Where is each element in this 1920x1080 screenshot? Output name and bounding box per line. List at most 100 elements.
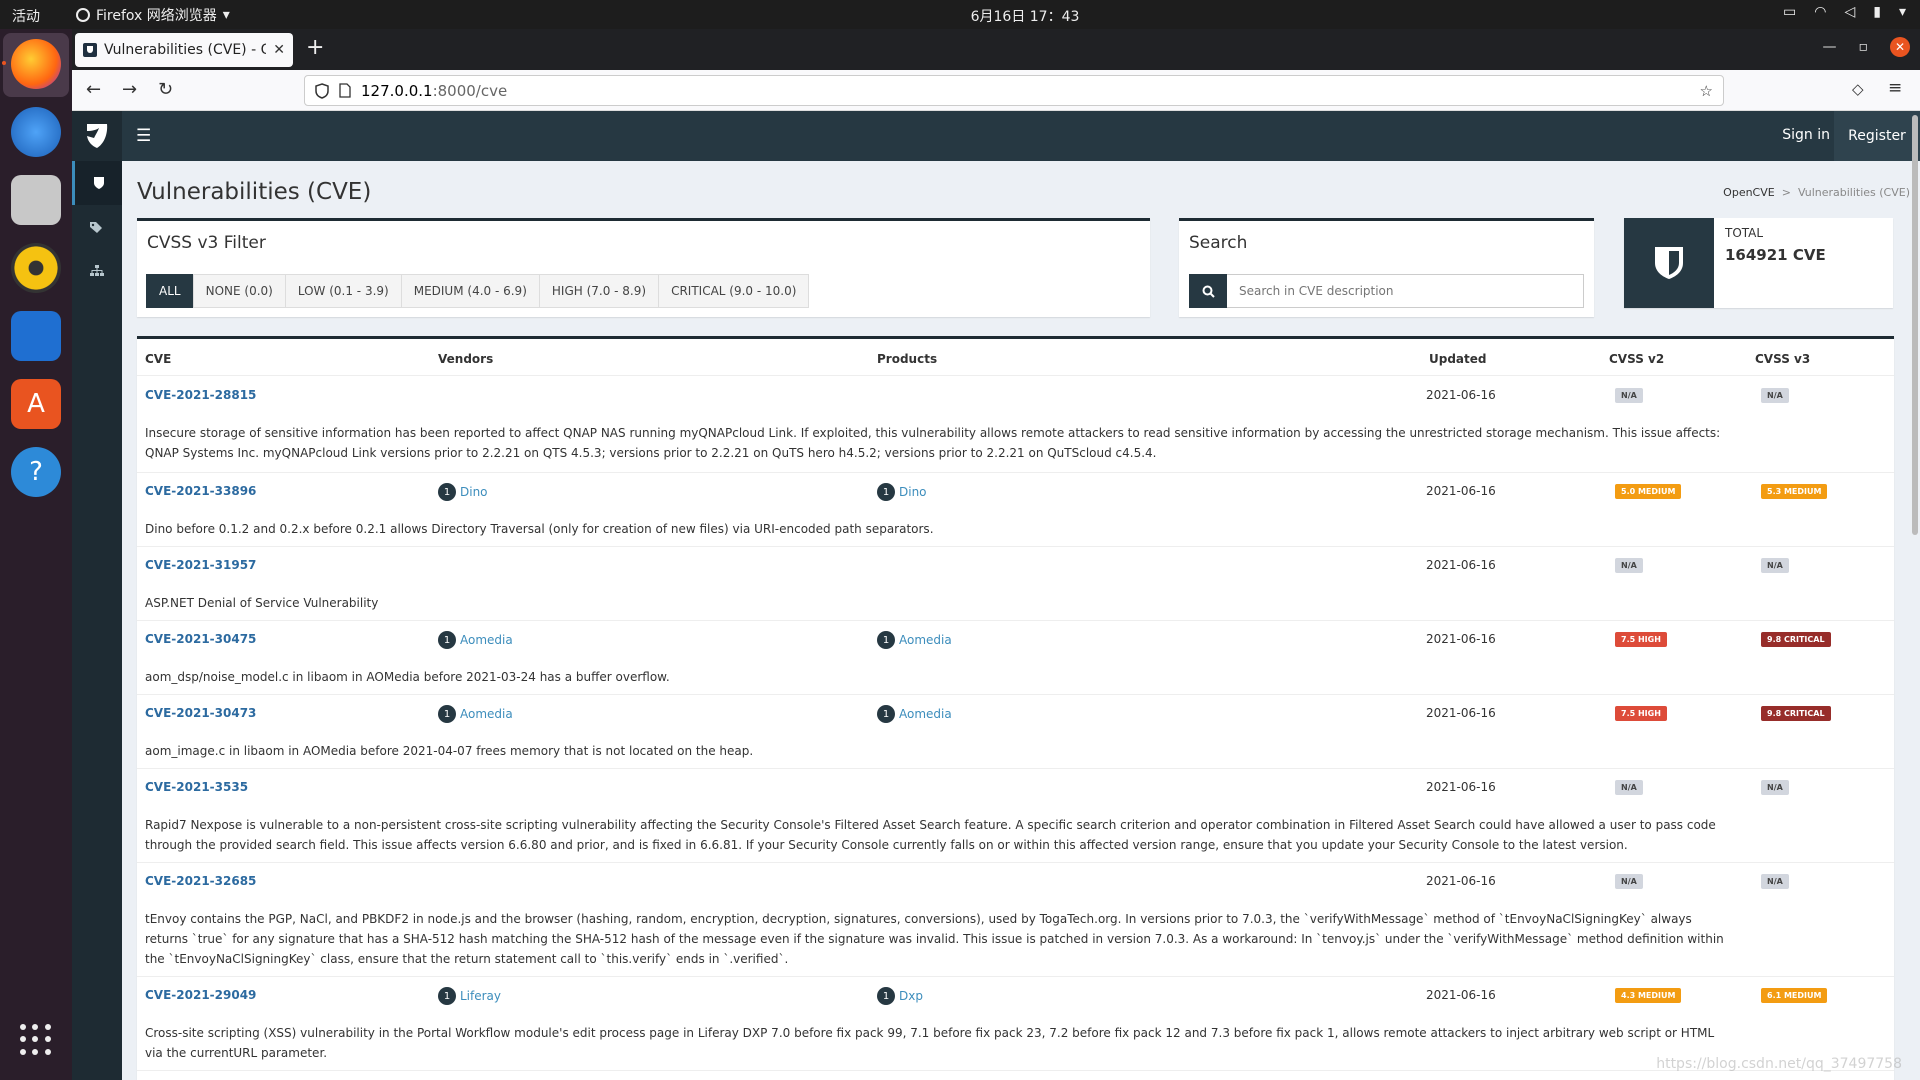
- show-applications-icon[interactable]: [20, 1024, 52, 1056]
- sidebar-item-cve[interactable]: [72, 161, 122, 205]
- table-row: CVE-2021-3535 2021-06-16 N/A N/A Rapid7 Nexp…: [137, 769, 1894, 863]
- table-row: CVE-2021-32685 2021-06-16 N/A N/A tEnvoy con…: [137, 863, 1894, 977]
- clock[interactable]: 6月16日 17：43: [900, 6, 1150, 26]
- product-link[interactable]: 1 Aomedia: [877, 705, 952, 723]
- new-tab-button[interactable]: +: [306, 35, 324, 60]
- filter-low-button[interactable]: LOW (0.1 - 3.9): [284, 274, 402, 308]
- table-row: CVE-2021-276271Sap1Enable Now2021-06-16: [137, 1071, 1894, 1080]
- browser-nav-bar: ← → ↻ 127.0.0.1:8000/cve ☆ ◇ ≡: [72, 70, 1920, 111]
- app-menu[interactable]: Firefox 网络浏览器 ▾: [76, 5, 230, 25]
- cvss3-badge: N/A: [1761, 780, 1789, 795]
- cvss2-badge: 7.5 HIGH: [1615, 706, 1667, 721]
- system-top-bar: 活动 Firefox 网络浏览器 ▾ 6月16日 17：43 ▭ ◠ ◁ ▮ ▾: [0, 0, 1920, 29]
- cvss2-badge: 4.3 MEDIUM: [1615, 988, 1682, 1003]
- sidebar-item-vendors[interactable]: [72, 249, 122, 293]
- breadcrumb-home[interactable]: OpenCVE: [1723, 186, 1775, 199]
- dock-running-dot: [2, 61, 6, 65]
- url-host: 127.0.0.1: [361, 81, 433, 100]
- cve-id-link[interactable]: CVE-2021-29049: [145, 988, 256, 1002]
- vendor-link[interactable]: 1 Aomedia: [438, 631, 513, 649]
- column-header-vendors: Vendors: [438, 352, 494, 366]
- search-icon: [1202, 285, 1215, 298]
- product-link[interactable]: 1 Dxp: [877, 987, 923, 1005]
- close-tab-icon[interactable]: ✕: [273, 42, 285, 58]
- cvss2-badge: N/A: [1615, 558, 1643, 573]
- cvss2-badge: N/A: [1615, 874, 1643, 889]
- vendor-link[interactable]: 1 Dino: [438, 483, 488, 501]
- filter-high-button[interactable]: HIGH (7.0 - 8.9): [538, 274, 660, 308]
- page-icon: [339, 83, 351, 98]
- product-link[interactable]: 1 Dino: [877, 483, 927, 501]
- sidebar-item-tags[interactable]: [72, 205, 122, 249]
- software-dock-icon[interactable]: A: [11, 379, 61, 429]
- table-row: CVE-2021-30475 1 Aomedia 1 Aomedia 2021-06-16…: [137, 621, 1894, 695]
- cve-id-link[interactable]: CVE-2021-30475: [145, 632, 256, 646]
- sign-in-link[interactable]: Sign in: [1782, 127, 1830, 143]
- forward-icon[interactable]: →: [122, 79, 137, 100]
- breadcrumb-separator-icon: >: [1778, 186, 1795, 199]
- window-controls: — ▫ ✕: [1823, 37, 1910, 57]
- filter-none-button[interactable]: NONE (0.0): [192, 274, 286, 308]
- cve-id-link[interactable]: CVE-2021-28815: [145, 388, 256, 402]
- browser-tab[interactable]: Vulnerabilities (CVE) - OpenCVE ✕: [75, 33, 293, 67]
- updated-date: 2021-06-16: [1426, 706, 1496, 720]
- writer-dock-icon[interactable]: [11, 311, 61, 361]
- back-icon[interactable]: ←: [86, 79, 101, 100]
- table-row: CVE-2021-31957 2021-06-16 N/A N/A ASP.NET De…: [137, 547, 1894, 621]
- page-scrollbar[interactable]: [1912, 115, 1918, 535]
- shield-icon[interactable]: [315, 82, 329, 99]
- files-dock-icon[interactable]: [11, 175, 61, 225]
- updated-date: 2021-06-16: [1426, 780, 1496, 794]
- firefox-dock-icon[interactable]: [11, 39, 61, 89]
- help-dock-icon[interactable]: ?: [11, 447, 61, 497]
- search-input[interactable]: [1227, 274, 1584, 308]
- updated-date: 2021-06-16: [1426, 874, 1496, 888]
- system-tray[interactable]: ▭ ◠ ◁ ▮ ▾: [1783, 4, 1906, 20]
- product-name: Aomedia: [899, 707, 952, 721]
- maximize-icon[interactable]: ▫: [1859, 39, 1869, 55]
- cvss3-badge: 6.1 MEDIUM: [1761, 988, 1828, 1003]
- vendor-name: Liferay: [460, 989, 502, 1003]
- activities-button[interactable]: 活动: [12, 6, 40, 26]
- sitemap-icon: [90, 265, 104, 276]
- hamburger-menu-icon[interactable]: ☰: [136, 126, 151, 146]
- product-name: Aomedia: [899, 633, 952, 647]
- cve-id-link[interactable]: CVE-2021-31957: [145, 558, 256, 572]
- total-cve-box: TOTAL 164921 CVE: [1624, 218, 1893, 308]
- chevron-down-icon: ▾: [1898, 4, 1906, 20]
- bookmark-star-icon[interactable]: ☆: [1700, 82, 1713, 100]
- close-window-icon[interactable]: ✕: [1890, 37, 1910, 57]
- filter-critical-button[interactable]: CRITICAL (9.0 - 10.0): [658, 274, 810, 308]
- cve-id-link[interactable]: CVE-2021-32685: [145, 874, 256, 888]
- filter-all-button[interactable]: ALL: [146, 274, 194, 308]
- column-header-cve: CVE: [145, 352, 172, 366]
- volume-icon: ◁: [1844, 4, 1856, 20]
- url-bar[interactable]: 127.0.0.1:8000/cve ☆: [304, 75, 1724, 106]
- cve-id-link[interactable]: CVE-2021-3535: [145, 780, 248, 794]
- vendor-link[interactable]: 1 Aomedia: [438, 705, 513, 723]
- minimize-icon[interactable]: —: [1823, 39, 1837, 55]
- cve-description: Rapid7 Nexpose is vulnerable to a non-pe…: [145, 818, 1716, 852]
- search-box: Search: [1179, 218, 1594, 317]
- cve-id-link[interactable]: CVE-2021-33896: [145, 484, 256, 498]
- product-name: Dino: [899, 485, 927, 499]
- menu-icon[interactable]: ≡: [1888, 78, 1902, 98]
- column-header-cvss3: CVSS v3: [1755, 352, 1811, 366]
- rhythmbox-dock-icon[interactable]: [11, 243, 61, 293]
- main-content: Vulnerabilities (CVE) OpenCVE > Vulnerab…: [122, 161, 1920, 1080]
- vendor-count-badge: 1: [438, 631, 456, 649]
- vendor-name: Aomedia: [460, 633, 513, 647]
- reload-icon[interactable]: ↻: [158, 79, 173, 100]
- opencve-logo-icon[interactable]: [72, 111, 122, 161]
- filter-medium-button[interactable]: MEDIUM (4.0 - 6.9): [400, 274, 540, 308]
- product-count-badge: 1: [877, 483, 895, 501]
- vendor-link[interactable]: 1 Liferay: [438, 987, 501, 1005]
- product-link[interactable]: 1 Aomedia: [877, 631, 952, 649]
- register-link[interactable]: Register: [1834, 111, 1920, 161]
- url-text[interactable]: 127.0.0.1:8000/cve: [361, 82, 1690, 100]
- cve-id-link[interactable]: CVE-2021-30473: [145, 706, 256, 720]
- search-button[interactable]: [1189, 274, 1227, 308]
- pocket-icon[interactable]: ◇: [1852, 80, 1864, 98]
- thunderbird-dock-icon[interactable]: [11, 107, 61, 157]
- wifi-icon: ◠: [1814, 4, 1827, 20]
